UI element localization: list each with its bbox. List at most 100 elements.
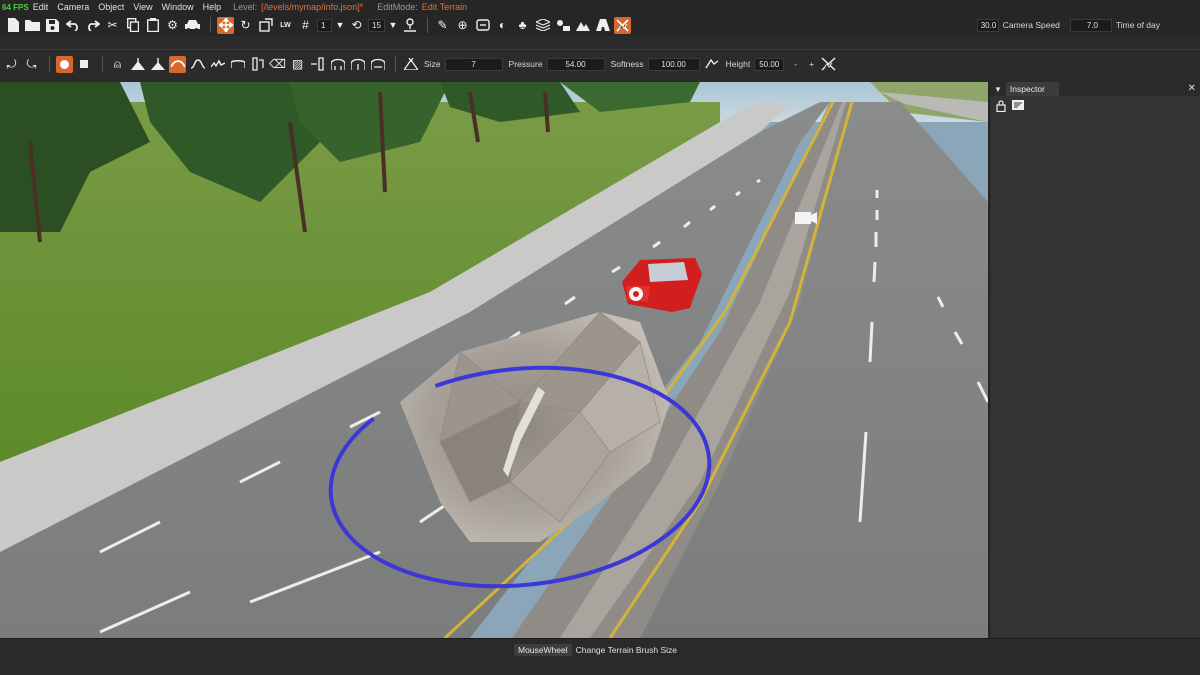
chevron-down-icon[interactable]: ▼ [388, 17, 398, 34]
fps-counter: 64 FPS [2, 2, 29, 12]
toolbar-divider [395, 56, 396, 72]
inspector-title: Inspector [1009, 84, 1045, 94]
select-area-icon[interactable]: ⤿ [23, 56, 40, 73]
smooth-height-icon[interactable] [229, 56, 246, 73]
pencil-icon[interactable]: ✎ [434, 17, 451, 34]
inspector-panel: ▼ Inspector ✕ [989, 82, 1200, 638]
eraser-icon[interactable]: ⌫ [269, 56, 286, 73]
brush-circle-icon[interactable] [56, 55, 73, 73]
flatten-icon[interactable] [209, 56, 226, 73]
decal-paint-icon[interactable] [554, 17, 571, 34]
snap-to-terrain-icon[interactable] [401, 17, 418, 34]
menu-camera[interactable]: Camera [57, 2, 89, 12]
chevron-down-icon[interactable]: ▼ [335, 17, 345, 34]
inspector-header: ▼ Inspector ✕ [990, 82, 1200, 96]
height-increase-button[interactable]: + [809, 59, 814, 69]
rotate-snap-icon[interactable]: ⟲ [348, 17, 365, 34]
add-object-icon[interactable]: ⊕ [454, 17, 471, 34]
environment-icon[interactable]: ◐ [494, 17, 511, 34]
inspector-tab[interactable]: Inspector [1005, 82, 1059, 96]
size-input[interactable]: 7 [444, 57, 503, 71]
time-of-day-input[interactable]: 7.0 [1069, 18, 1112, 32]
camera-speed-label: Camera Speed [1002, 20, 1060, 30]
menu-edit[interactable]: Edit [33, 2, 49, 12]
menu-object[interactable]: Object [98, 2, 124, 12]
toolbar-divider [427, 17, 428, 33]
world-local-icon[interactable]: LW [277, 17, 294, 34]
material-paint-icon[interactable]: ▨ [289, 56, 306, 73]
camera-controls: 30.0 Camera Speed 7.0 Time of day [976, 14, 1200, 36]
collapse-arrow-icon[interactable]: ▼ [994, 85, 1002, 94]
height-tool-a-icon[interactable] [329, 56, 346, 73]
status-bar: MouseWheel Change Terrain Brush Size [0, 638, 1200, 675]
toolbar-divider [210, 17, 211, 33]
pressure-label: Pressure [508, 59, 543, 69]
raise-height-icon[interactable] [129, 56, 146, 73]
editmode-value: Edit Terrain [421, 2, 468, 12]
level-path: [/levels/mymap/info.json]* [261, 2, 364, 12]
camera-marker-icon[interactable] [795, 212, 817, 224]
cut-icon[interactable]: ✂ [104, 17, 121, 34]
menu-window[interactable]: Window [162, 2, 194, 12]
undo-icon[interactable] [64, 17, 81, 34]
translate-gizmo-icon[interactable] [217, 16, 234, 34]
height-tool-b-icon[interactable] [349, 56, 366, 73]
copy-icon[interactable] [124, 17, 141, 34]
decal-road-icon[interactable] [594, 17, 611, 34]
level-label: Level: [233, 2, 258, 12]
mesh-icon[interactable] [534, 17, 551, 34]
scene-viewport[interactable] [0, 82, 988, 638]
terrain-painter-icon[interactable] [574, 17, 591, 34]
height-decrease-button[interactable]: - [794, 59, 797, 69]
menu-help[interactable]: Help [203, 2, 222, 12]
menu-bar: 64 FPS Edit Camera Object View Window He… [0, 0, 1200, 14]
paint-noise-icon[interactable] [189, 56, 206, 73]
forest-icon[interactable]: ♣ [514, 17, 531, 34]
height-input[interactable]: 50.00 [754, 57, 785, 71]
main-toolbar: ✂ ⚙ ↻ LW # 1 ▼ ⟲ 15 ▼ ✎ ⊕ ◐ ♣ 30.0 Camer… [0, 14, 1200, 36]
scale-gizmo-icon[interactable] [257, 17, 274, 34]
editmode-label: EditMode: [377, 2, 418, 12]
terrain-editor-icon[interactable] [614, 16, 631, 34]
height-pick-icon[interactable] [704, 56, 721, 73]
road-editor-icon[interactable] [474, 17, 491, 34]
softness-input[interactable]: 100.00 [647, 57, 700, 71]
scene-render [0, 82, 988, 638]
vehicle-icon[interactable] [184, 17, 201, 34]
lock-icon[interactable] [996, 100, 1006, 114]
new-file-icon[interactable] [4, 17, 21, 34]
rotate-gizmo-icon[interactable]: ↻ [237, 17, 254, 34]
inspector-controls [990, 96, 1200, 118]
terrain-select-icon[interactable]: ⍝ [109, 56, 126, 73]
time-of-day-label: Time of day [1115, 20, 1160, 30]
terrain-settings-icon[interactable] [820, 56, 837, 73]
select-tool-icon[interactable]: ⤾ [3, 56, 20, 73]
open-folder-icon[interactable] [24, 17, 41, 34]
pressure-input[interactable]: 54.00 [546, 57, 605, 71]
brush-size-icon[interactable] [402, 56, 419, 73]
smooth-icon[interactable] [169, 55, 186, 73]
close-icon[interactable]: ✕ [1188, 83, 1196, 94]
menu-view[interactable]: View [133, 2, 152, 12]
status-message: Change Terrain Brush Size [575, 645, 678, 655]
camera-speed-input[interactable]: 30.0 [976, 18, 999, 32]
slope-icon[interactable] [249, 56, 266, 73]
brush-square-icon[interactable] [76, 56, 93, 73]
filter-icon[interactable] [1012, 100, 1024, 114]
lower-height-icon[interactable] [149, 56, 166, 73]
set-height-icon[interactable] [309, 56, 326, 73]
rotate-snap-input[interactable]: 15 [368, 18, 385, 32]
save-icon[interactable] [44, 17, 61, 34]
height-label: Height [725, 59, 751, 69]
status-key-hint: MouseWheel [514, 644, 572, 656]
toolbar-divider [49, 56, 50, 72]
toolbar-divider [102, 56, 103, 72]
paste-icon[interactable] [144, 17, 161, 34]
terrain-toolbar: ⤾ ⤿ ⍝ ⌫ ▨ Size 7 Pressure 54.00 Softness… [0, 51, 1200, 77]
grid-snap-icon[interactable]: # [297, 17, 314, 34]
height-tool-c-icon[interactable] [369, 56, 386, 73]
grid-size-input[interactable]: 1 [317, 18, 332, 32]
redo-icon[interactable] [84, 17, 101, 34]
settings-gear-icon[interactable]: ⚙ [164, 17, 181, 34]
size-label: Size [424, 59, 441, 69]
